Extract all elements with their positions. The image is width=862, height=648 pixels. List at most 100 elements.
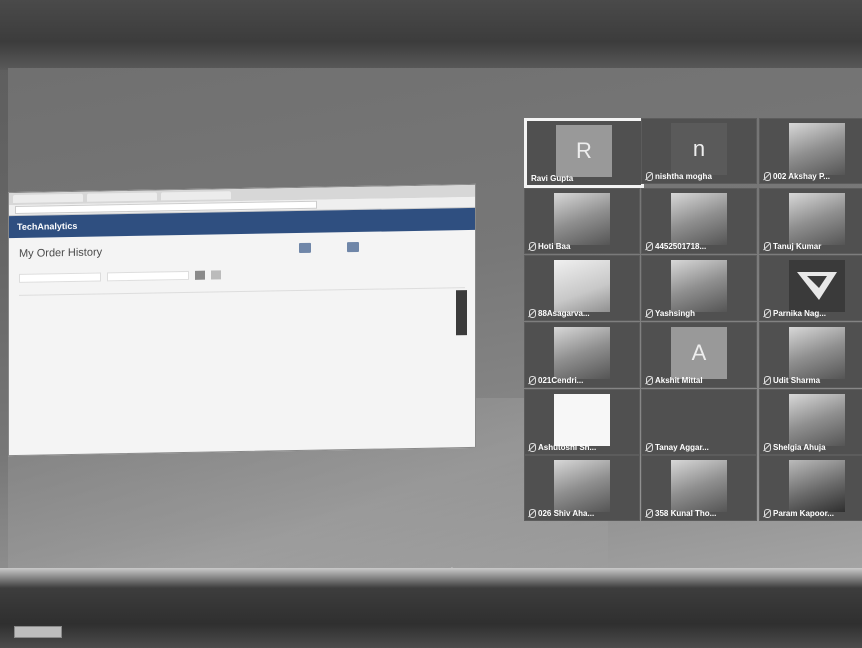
participant-avatar	[789, 193, 845, 245]
participant-avatar: n	[671, 123, 727, 175]
participant-name: Yashsingh	[655, 309, 696, 318]
muted-mic-icon	[529, 242, 536, 251]
participant-tile[interactable]: A Akshit Mittal	[641, 322, 757, 388]
muted-mic-icon	[764, 376, 771, 385]
participant-avatar: R	[556, 125, 612, 177]
muted-mic-icon	[529, 376, 536, 385]
participant-name: Tanuj Kumar	[773, 242, 822, 251]
page-content: My Order History	[9, 230, 475, 305]
side-panel-handle[interactable]	[456, 290, 467, 336]
participant-name-label: Yashsingh	[646, 309, 695, 318]
participant-avatar	[789, 123, 845, 175]
participant-name: 88Asagarva...	[538, 309, 590, 318]
participant-name-label: Tanay Aggar...	[646, 443, 709, 452]
browser-tab[interactable]	[161, 191, 231, 201]
filter-input[interactable]	[107, 270, 189, 282]
participant-avatar	[554, 260, 610, 312]
participant-tile[interactable]: R Ravi Gupta	[524, 118, 644, 188]
muted-mic-icon	[529, 509, 536, 518]
site-brand[interactable]: TechAnalytics	[17, 221, 77, 232]
participant-tile[interactable]: 021Cendri...	[524, 322, 640, 388]
participant-name-label: 021Cendri...	[529, 376, 583, 385]
muted-mic-icon	[529, 443, 536, 452]
participant-tile[interactable]: Yashsingh	[641, 255, 757, 321]
muted-mic-icon	[764, 509, 771, 518]
participant-avatar	[671, 260, 727, 312]
participant-name: Udit Sharma	[773, 376, 821, 385]
shared-screen-window[interactable]: TechAnalytics My Order History	[8, 183, 476, 457]
participant-tile[interactable]: Tanay Aggar...	[641, 389, 757, 455]
muted-mic-icon	[646, 376, 653, 385]
participant-tile[interactable]: Ashutoshi Sh...	[524, 389, 640, 455]
participant-name: Tanay Aggar...	[655, 443, 709, 452]
participant-name-label: Ashutoshi Sh...	[529, 443, 596, 452]
participant-avatar	[789, 394, 845, 446]
browser-tab[interactable]	[87, 192, 157, 202]
participant-tile[interactable]: Udit Sharma	[759, 322, 862, 388]
avatar-letter: A	[691, 340, 707, 365]
participant-tile[interactable]: Parnika Nag...	[759, 255, 862, 321]
monitor-bottom-bezel	[0, 568, 862, 648]
participant-tile[interactable]: 026 Shiv Aha...	[524, 455, 640, 521]
participant-name-label: Akshit Mittal	[646, 376, 703, 385]
participant-name: nishtha mogha	[655, 172, 712, 181]
browser-tab[interactable]	[13, 193, 83, 203]
avatar-letter: R	[576, 138, 592, 163]
participant-name: 026 Shiv Aha...	[538, 509, 595, 518]
primary-action-button[interactable]	[299, 242, 311, 254]
participant-name-label: 002 Akshay P...	[764, 172, 830, 181]
participant-name-label: 358 Kunal Tho...	[646, 509, 716, 518]
participant-name-label: 026 Shiv Aha...	[529, 509, 594, 518]
participant-tile[interactable]: n nishtha mogha	[641, 118, 757, 184]
participant-name-label: nishtha mogha	[646, 172, 712, 181]
participant-name: 021Cendri...	[538, 376, 584, 385]
participant-avatar	[789, 260, 845, 312]
participant-avatar	[554, 193, 610, 245]
participant-name: Ravi Gupta	[531, 174, 574, 183]
participant-name: Shelgia Ahuja	[773, 443, 826, 452]
muted-mic-icon	[764, 309, 771, 318]
participant-tile[interactable]: Shelgia Ahuja	[759, 389, 862, 455]
reset-button[interactable]	[211, 270, 221, 280]
monitor-badge	[14, 626, 62, 638]
monitor-top-bezel	[0, 0, 862, 70]
muted-mic-icon	[646, 309, 653, 318]
participant-name: Hoti Baa	[538, 242, 571, 251]
participant-tile[interactable]: 358 Kunal Tho...	[641, 455, 757, 521]
participant-avatar: A	[671, 327, 727, 379]
participant-name-label: 88Asagarva...	[529, 309, 590, 318]
participant-name-label: Ravi Gupta	[531, 174, 573, 183]
participant-tile[interactable]: 4452501718...	[641, 188, 757, 254]
participant-name: Ashutoshi Sh...	[538, 443, 597, 452]
muted-mic-icon	[764, 242, 771, 251]
muted-mic-icon	[646, 509, 653, 518]
filter-row	[19, 266, 465, 283]
participant-tile[interactable]: Param Kapoor...	[759, 455, 862, 521]
participant-avatar	[671, 193, 727, 245]
participant-name: Param Kapoor...	[773, 509, 834, 518]
muted-mic-icon	[646, 242, 653, 251]
participant-name-label: Shelgia Ahuja	[764, 443, 826, 452]
participant-name-label: Udit Sharma	[764, 376, 820, 385]
participant-name-label: Tanuj Kumar	[764, 242, 821, 251]
participant-name-label: Hoti Baa	[529, 242, 570, 251]
participant-name: 358 Kunal Tho...	[655, 509, 717, 518]
muted-mic-icon	[764, 172, 771, 181]
participant-tile[interactable]: 88Asagarva...	[524, 255, 640, 321]
participant-name-label: Param Kapoor...	[764, 509, 834, 518]
participant-name-label: 4452501718...	[646, 242, 706, 251]
participant-avatar	[554, 327, 610, 379]
secondary-action-button[interactable]	[347, 241, 359, 253]
participant-name: 4452501718...	[655, 242, 707, 251]
participant-avatar	[671, 460, 727, 512]
participant-tile[interactable]: 002 Akshay P...	[759, 118, 862, 184]
muted-mic-icon	[646, 172, 653, 181]
participant-tile[interactable]: Tanuj Kumar	[759, 188, 862, 254]
filter-button[interactable]	[195, 270, 205, 280]
participant-avatar	[789, 327, 845, 379]
filter-input[interactable]	[19, 272, 101, 283]
page-title: My Order History	[19, 246, 103, 260]
avatar-letter: n	[692, 136, 706, 161]
participant-tile[interactable]: Hoti Baa	[524, 188, 640, 254]
participant-name: Akshit Mittal	[655, 376, 703, 385]
